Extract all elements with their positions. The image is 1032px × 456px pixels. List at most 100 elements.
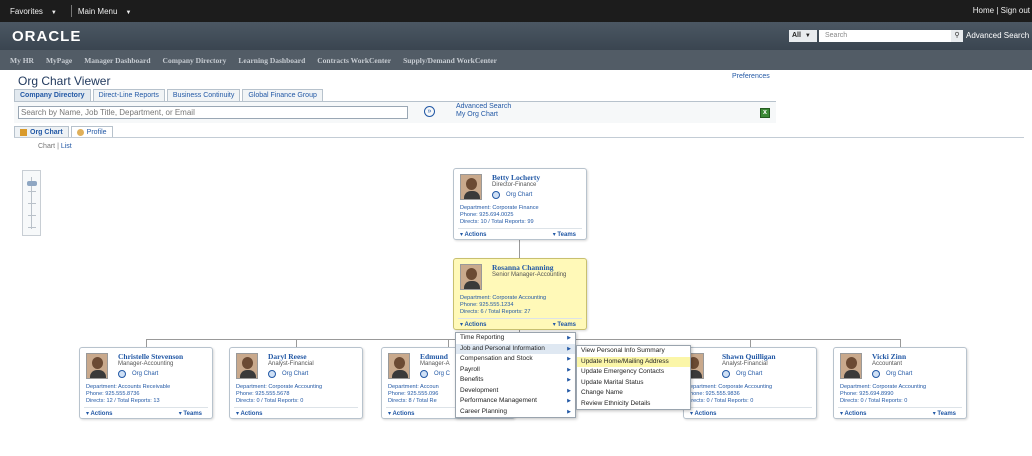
employee-name[interactable]: Rosanna Channing: [492, 263, 554, 272]
actions-menu[interactable]: ▾ Actions: [460, 231, 486, 238]
connector-line: [900, 339, 901, 347]
org-chart-link[interactable]: Org C: [420, 370, 450, 378]
chevron-right-icon: ▶: [567, 398, 571, 404]
employee-name[interactable]: Vicki Zinn: [872, 352, 906, 361]
actions-context-menu: Time Reporting ▶ Job and Personal Informa…: [455, 332, 576, 418]
chevron-right-icon: ▶: [567, 377, 571, 383]
teams-label: Teams: [557, 322, 576, 328]
favorites-menu[interactable]: Favorites ▼: [10, 7, 63, 16]
menu-item-development[interactable]: Development ▶: [456, 386, 575, 397]
menu-item-payroll[interactable]: Payroll ▶: [456, 365, 575, 376]
employee-name[interactable]: Daryl Reese: [268, 352, 307, 361]
menu-item-performance-management[interactable]: Performance Management ▶: [456, 396, 575, 407]
actions-menu[interactable]: ▾ Actions: [840, 410, 866, 417]
global-search-input[interactable]: Search: [819, 30, 951, 42]
zoom-tick: [28, 215, 36, 216]
tab-company-directory[interactable]: Company Directory: [14, 89, 91, 101]
zoom-thumb[interactable]: [27, 181, 37, 186]
connector-line: [146, 339, 147, 347]
teams-menu[interactable]: ▾ Teams: [179, 410, 202, 417]
my-org-chart-link[interactable]: My Org Chart: [456, 111, 511, 119]
tab-business-continuity[interactable]: Business Continuity: [166, 89, 241, 101]
menu-item-job-personal-info[interactable]: Job and Personal Information ▶: [456, 343, 575, 354]
menu-item-update-address[interactable]: Update Home/Mailing Address: [577, 356, 690, 367]
nav-mypage[interactable]: MyPage: [46, 56, 72, 65]
directs-count: Directs: 0 / Total Reports: 0: [236, 398, 304, 404]
teams-menu[interactable]: ▾ Teams: [553, 321, 576, 328]
menu-item-change-name[interactable]: Change Name: [577, 388, 690, 399]
actions-label: Actions: [90, 411, 113, 417]
org-chart-link[interactable]: Org Chart: [722, 370, 762, 378]
directory-search-input[interactable]: Search by Name, Job Title, Department, o…: [18, 106, 408, 119]
org-chart-label: Org Chart: [132, 371, 159, 377]
list-view-link[interactable]: List: [61, 143, 72, 150]
employee-name[interactable]: Betty Locherty: [492, 173, 540, 182]
employee-details: epartment: Corporate Accounting hone: 92…: [690, 384, 772, 405]
phone: Phone: 925.555.8736: [86, 391, 140, 397]
subtab-org-chart[interactable]: Org Chart: [14, 126, 69, 137]
directs-count: Directs: 8 / Total Re: [388, 398, 437, 404]
actions-menu[interactable]: ▾ Actions: [388, 410, 414, 417]
actions-menu[interactable]: ▾ Actions: [86, 410, 112, 417]
menu-item-update-emergency-contacts[interactable]: Update Emergency Contacts: [577, 367, 690, 378]
menu-item-compensation-stock[interactable]: Compensation and Stock ▶: [456, 354, 575, 365]
excel-export-icon[interactable]: x: [760, 108, 770, 118]
advanced-search-link[interactable]: Advanced Search: [456, 103, 511, 111]
nav-manager-dashboard[interactable]: Manager Dashboard: [84, 56, 150, 65]
department: epartment: Corporate Accounting: [690, 384, 773, 390]
employee-name[interactable]: Christelle Stevenson: [118, 352, 183, 361]
menu-item-benefits[interactable]: Benefits ▶: [456, 375, 575, 386]
avatar: [388, 353, 410, 379]
phone: Phone: 925.555.5678: [236, 391, 290, 397]
teams-menu[interactable]: ▾ Teams: [553, 231, 576, 238]
zoom-slider[interactable]: [22, 170, 41, 236]
tab-global-finance-group[interactable]: Global Finance Group: [242, 89, 323, 101]
actions-menu[interactable]: ▾ Actions: [236, 410, 262, 417]
main-menu[interactable]: Main Menu ▼: [78, 7, 138, 16]
org-chart-icon: [268, 370, 276, 378]
department: Department: Accounts Receivable: [86, 384, 171, 390]
go-arrow-icon[interactable]: »: [424, 106, 435, 117]
teams-menu[interactable]: ▾ Teams: [933, 410, 956, 417]
divider: [838, 407, 962, 408]
nav-my-hr[interactable]: My HR: [10, 56, 34, 65]
org-chart-link[interactable]: Org Chart: [492, 191, 532, 199]
department: Department: Accoun: [388, 384, 439, 390]
menu-item-time-reporting[interactable]: Time Reporting ▶: [456, 333, 575, 344]
avatar: [86, 353, 108, 379]
menu-item-update-marital-status[interactable]: Update Marital Status: [577, 378, 690, 389]
top-bar: Favorites ▼ Main Menu ▼ Home | Sign out: [0, 0, 1032, 22]
org-chart-link[interactable]: Org Chart: [118, 370, 158, 378]
chevron-right-icon: ▶: [567, 356, 571, 362]
menu-item-view-personal-info[interactable]: View Personal Info Summary: [577, 346, 690, 357]
phone: Phone: 925.555.096: [388, 391, 439, 397]
phone: Phone: 925.555.1234: [460, 302, 514, 308]
employee-name[interactable]: Edmund: [420, 352, 448, 361]
search-icon[interactable]: ⚲: [951, 30, 963, 42]
employee-card: Betty Locherty Director-Finance Org Char…: [453, 168, 587, 240]
avatar: [460, 264, 482, 290]
employee-name[interactable]: Shawn Quilligan: [722, 352, 776, 361]
subtab-profile[interactable]: Profile: [70, 126, 113, 137]
tab-direct-line-reports[interactable]: Direct-Line Reports: [92, 89, 165, 101]
chart-view-link[interactable]: Chart: [38, 143, 55, 150]
org-chart-link[interactable]: Org Chart: [268, 370, 308, 378]
actions-menu[interactable]: ▾ Actions: [690, 410, 716, 417]
org-chart-link[interactable]: Org Chart: [872, 370, 912, 378]
preferences-link[interactable]: Preferences: [732, 73, 770, 80]
zoom-tick: [28, 227, 36, 228]
nav-supply-demand-workcenter[interactable]: Supply/Demand WorkCenter: [403, 56, 497, 65]
nav-contracts-workcenter[interactable]: Contracts WorkCenter: [317, 56, 391, 65]
nav-learning-dashboard[interactable]: Learning Dashboard: [238, 56, 305, 65]
divider: [234, 407, 358, 408]
advanced-search-link[interactable]: Advanced Search: [966, 31, 1029, 40]
home-signout-links[interactable]: Home | Sign out: [973, 6, 1030, 15]
menu-item-career-planning[interactable]: Career Planning ▶: [456, 407, 575, 418]
menu-item-review-ethnicity[interactable]: Review Ethnicity Details: [577, 399, 690, 410]
menu-item-label: Career Planning: [460, 407, 507, 415]
page-title: Org Chart Viewer: [18, 74, 111, 88]
search-scope-select[interactable]: All ▼: [789, 30, 817, 42]
nav-company-directory[interactable]: Company Directory: [163, 56, 227, 65]
connector-line: [296, 339, 297, 347]
actions-menu[interactable]: ▾ Actions: [460, 321, 486, 328]
